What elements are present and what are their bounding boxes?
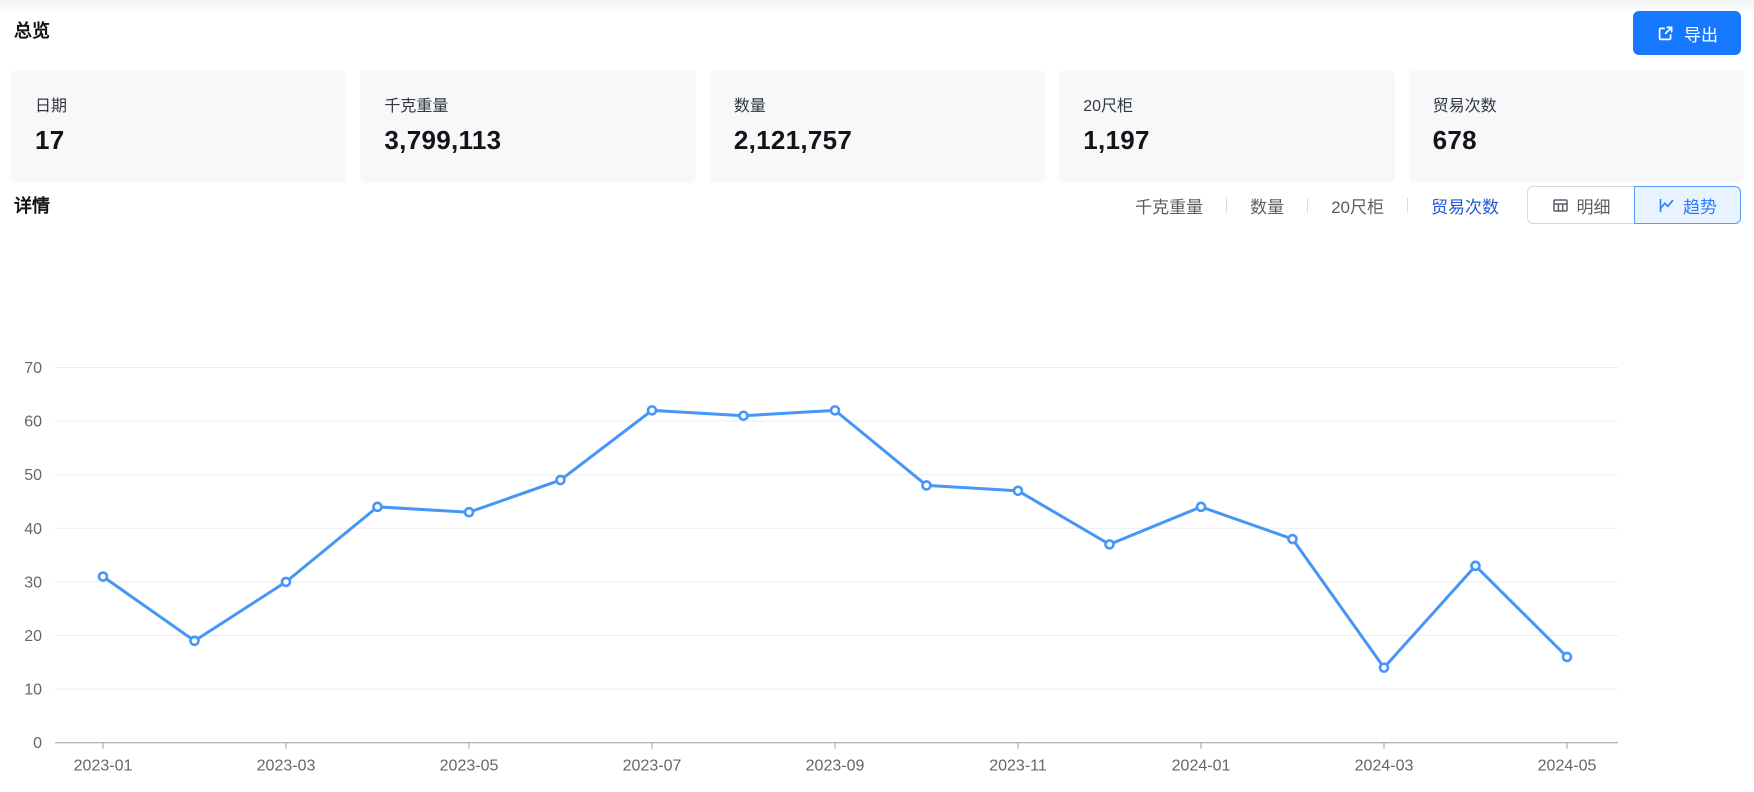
export-icon xyxy=(1656,24,1675,43)
view-toggle: 明细 趋势 xyxy=(1527,186,1741,224)
stat-card-label: 20尺柜 xyxy=(1083,98,1134,115)
tab-20ft-container[interactable]: 20尺柜 xyxy=(1329,193,1386,218)
tab-separator xyxy=(1407,197,1408,213)
stat-card-trade-count: 贸易次数 678 xyxy=(1408,70,1745,183)
stat-card-label: 数量 xyxy=(733,98,766,115)
detail-view-button[interactable]: 明细 xyxy=(1527,186,1634,224)
svg-text:2023-01: 2023-01 xyxy=(74,758,133,775)
export-button[interactable]: 导出 xyxy=(1633,11,1741,55)
stat-cards: 日期 17 千克重量 3,799,113 数量 2,121,757 20尺柜 1… xyxy=(11,70,1745,183)
top-gradient xyxy=(0,0,1754,14)
tab-separator xyxy=(1307,197,1309,213)
svg-text:2023-03: 2023-03 xyxy=(257,758,316,775)
trend-icon xyxy=(1658,197,1675,214)
svg-text:2023-11: 2023-11 xyxy=(989,758,1047,775)
stat-card-value: 1,197 xyxy=(1083,125,1150,155)
svg-text:60: 60 xyxy=(24,414,42,431)
svg-text:20: 20 xyxy=(24,628,42,645)
stat-card-label: 千克重量 xyxy=(384,98,449,115)
metric-tabs: 千克重量 数量 20尺柜 贸易次数 xyxy=(1133,193,1501,218)
stat-card-label: 日期 xyxy=(35,98,68,115)
tab-kg-weight[interactable]: 千克重量 xyxy=(1133,193,1205,218)
export-button-label: 导出 xyxy=(1684,25,1718,45)
details-title: 详情 xyxy=(14,196,50,216)
svg-text:10: 10 xyxy=(24,682,42,699)
stat-card-date: 日期 17 xyxy=(11,70,347,183)
stat-card-kg-weight: 千克重量 3,799,113 xyxy=(360,70,696,183)
stat-card-quantity: 数量 2,121,757 xyxy=(709,70,1046,183)
stat-card-20ft-container: 20尺柜 1,197 xyxy=(1059,70,1395,183)
stat-card-value: 17 xyxy=(35,125,65,155)
svg-text:2024-01: 2024-01 xyxy=(1172,758,1231,775)
svg-text:2024-05: 2024-05 xyxy=(1538,758,1597,775)
trend-view-button[interactable]: 趋势 xyxy=(1634,186,1741,224)
tab-separator xyxy=(1226,197,1228,213)
svg-text:2023-05: 2023-05 xyxy=(440,758,499,775)
table-icon xyxy=(1552,197,1569,214)
trend-chart: 0 10 20 30 40 50 60 70 2023-01 2023-03 2023-05 2023… xyxy=(24,360,1618,775)
svg-text:0: 0 xyxy=(33,735,42,752)
svg-text:50: 50 xyxy=(24,467,42,484)
svg-text:2024-03: 2024-03 xyxy=(1355,758,1414,775)
details-header: 详情 千克重量 数量 20尺柜 贸易次数 明细 趋势 xyxy=(14,185,1741,225)
stat-card-label: 贸易次数 xyxy=(1432,98,1497,115)
svg-text:2023-07: 2023-07 xyxy=(623,758,682,775)
trend-chart-area[interactable]: 0 10 20 30 40 50 60 70 2023-01 2023-03 2023-05 2023… xyxy=(0,290,1754,790)
svg-text:70: 70 xyxy=(24,360,42,377)
trend-view-label: 趋势 xyxy=(1683,197,1717,217)
svg-text:40: 40 xyxy=(24,521,42,538)
detail-view-label: 明细 xyxy=(1576,197,1611,217)
svg-text:2023-09: 2023-09 xyxy=(806,758,865,775)
tab-quantity[interactable]: 数量 xyxy=(1248,193,1286,218)
tab-trade-count[interactable]: 贸易次数 xyxy=(1429,193,1501,218)
stat-card-value: 678 xyxy=(1432,125,1477,155)
stat-card-value: 3,799,113 xyxy=(384,125,502,155)
svg-text:30: 30 xyxy=(24,574,42,591)
overview-title: 总览 xyxy=(14,21,50,41)
stat-card-value: 2,121,757 xyxy=(733,125,853,155)
